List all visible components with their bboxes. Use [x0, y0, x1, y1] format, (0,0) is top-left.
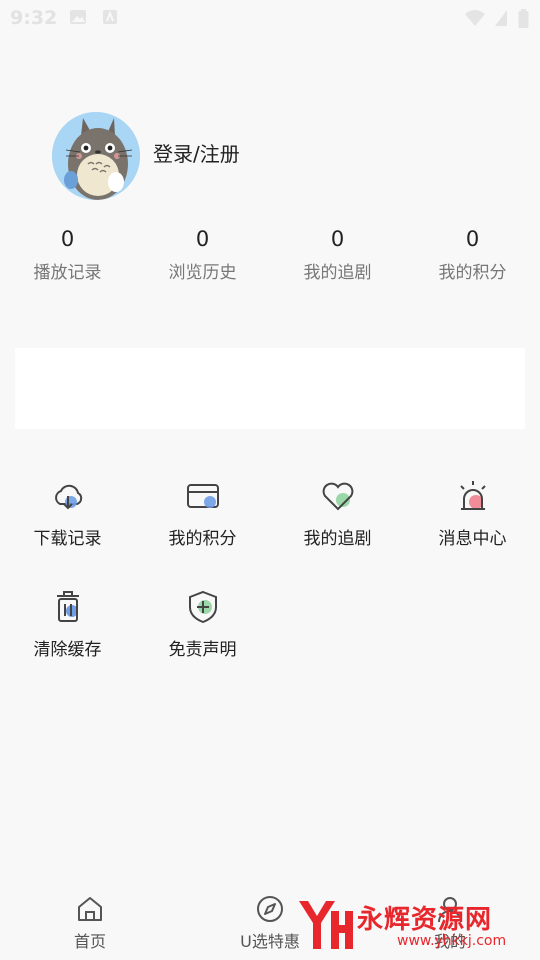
- status-time: 9:32: [10, 7, 58, 29]
- status-bar: 9:32: [0, 0, 540, 34]
- profile-header[interactable]: 登录/注册: [52, 112, 492, 200]
- menu-my-follows[interactable]: 我的追剧: [270, 478, 405, 558]
- stat-label: 我的积分: [438, 263, 507, 283]
- menu-label: 我的追剧: [303, 529, 372, 549]
- tab-label: 首页: [73, 932, 106, 951]
- watermark-logo-icon: [299, 901, 353, 949]
- ad-banner[interactable]: [15, 348, 525, 429]
- shield-icon: [188, 590, 217, 624]
- menu-label: 清除缓存: [33, 640, 102, 660]
- avatar[interactable]: [52, 112, 140, 200]
- stat-value: 0: [330, 227, 345, 251]
- trash-icon: [56, 591, 79, 622]
- menu-label: 消息中心: [438, 529, 507, 549]
- signal-icon: [495, 10, 507, 26]
- card-icon: [186, 484, 219, 508]
- totoro-avatar-icon: [52, 112, 140, 200]
- login-register-link[interactable]: 登录/注册: [153, 138, 240, 167]
- stats-row: 0 播放记录 0 浏览历史 0 我的追剧 0 我的积分: [0, 222, 540, 292]
- battery-icon: [518, 9, 529, 28]
- watermark-text: 永辉资源网: [357, 905, 493, 935]
- heart-icon: [322, 482, 353, 511]
- menu-my-points[interactable]: 我的积分: [135, 478, 270, 558]
- watermark: 永辉资源网 www.yhkkj.com: [295, 895, 540, 960]
- watermark-url: www.yhkkj.com: [397, 933, 507, 949]
- stat-label: 我的追剧: [303, 263, 372, 283]
- menu-label: 免责声明: [168, 640, 237, 660]
- compass-icon: [257, 896, 283, 922]
- menu-message-center[interactable]: 消息中心: [405, 478, 540, 558]
- menu-disclaimer[interactable]: 免责声明: [135, 589, 270, 669]
- stat-label: 浏览历史: [168, 263, 237, 283]
- app-notification-icon: [103, 10, 117, 24]
- stat-my-follows[interactable]: 0 我的追剧: [270, 222, 405, 283]
- stat-value: 0: [60, 227, 75, 251]
- menu-clear-cache[interactable]: 清除缓存: [0, 589, 135, 669]
- wifi-icon: [465, 10, 485, 26]
- alarm-icon: [459, 481, 486, 510]
- stat-browse-history[interactable]: 0 浏览历史: [135, 222, 270, 283]
- menu-download-records[interactable]: 下载记录: [0, 478, 135, 558]
- stat-play-history[interactable]: 0 播放记录: [0, 222, 135, 283]
- stat-label: 播放记录: [33, 263, 102, 283]
- stat-value: 0: [465, 227, 480, 251]
- menu-label: 下载记录: [33, 529, 102, 549]
- cloud-download-icon: [54, 484, 82, 510]
- stat-my-points[interactable]: 0 我的积分: [405, 222, 540, 283]
- stat-value: 0: [195, 227, 210, 251]
- menu-label: 我的积分: [168, 529, 237, 549]
- tab-home[interactable]: 首页: [0, 880, 180, 960]
- home-icon: [78, 897, 102, 921]
- image-notification-icon: [70, 10, 86, 24]
